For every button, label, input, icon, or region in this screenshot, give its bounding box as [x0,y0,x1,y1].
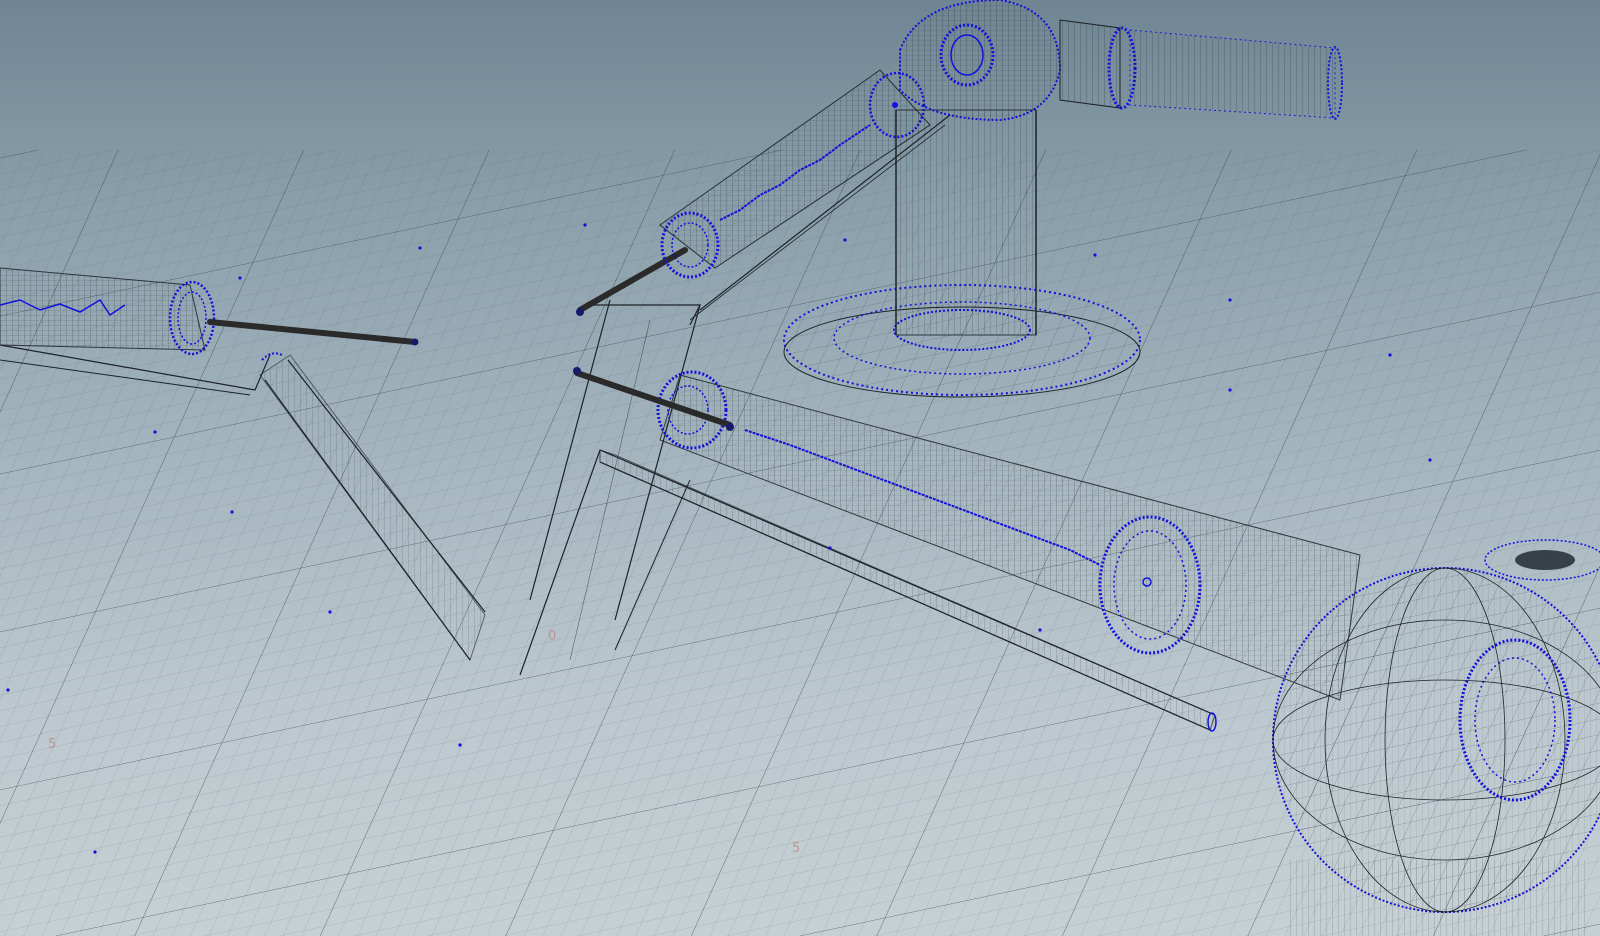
grid-label-2: 0 [548,629,556,644]
3d-viewport[interactable]: 5 5 0 [0,0,1600,936]
grid-label-1: 5 [792,841,800,856]
robot-elbow-joint[interactable] [899,0,1062,122]
grid-label-0: 5 [48,737,56,752]
wireframe-scene[interactable]: 5 5 0 [0,0,1600,936]
robot-forearm-tube[interactable] [1059,19,1343,120]
